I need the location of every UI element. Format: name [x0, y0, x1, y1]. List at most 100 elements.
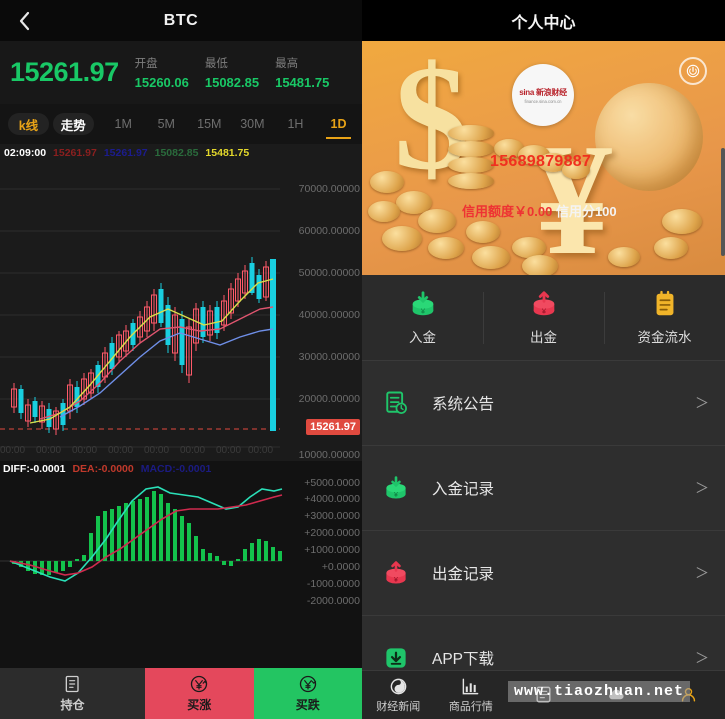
menu-item-app-download-label: APP下载: [432, 651, 495, 668]
profile-panel: 个人中心 $ ¥ sina 新浪财经 finance.sina.com.cn 1…: [362, 0, 725, 719]
stat-open-label: 开盘: [134, 58, 158, 70]
deposit-icon: ¥: [412, 291, 433, 315]
quote-bar: 15261.97 开盘 15260.06 最低 15082.85 最高 1548…: [0, 41, 362, 104]
macd-chart[interactable]: DIFF:-0.0001 DEA:-0.0000 MACD:-0.0001 +5…: [0, 461, 362, 668]
x-label-6: 00:00: [216, 445, 242, 456]
current-price-tag: 15261.97: [306, 419, 360, 435]
chevron-right-icon: ＞: [695, 650, 709, 666]
market-chart-icon: [463, 678, 479, 694]
macd-dea-label: DEA:-0.0000: [72, 463, 134, 475]
candlestick-chart[interactable]: 70000.00000 60000.00000 50000.00000 4000…: [0, 161, 362, 461]
app-root: BTC 15261.97 开盘 15260.06 最低 15082.85 最高 …: [0, 0, 725, 719]
tab-period-30m[interactable]: 30M: [233, 104, 272, 144]
action-fund-flow-label: 资金流水: [637, 330, 692, 345]
credit-limit: 信用额度￥0.00: [462, 204, 553, 219]
tab-period-1h[interactable]: 1H: [276, 104, 315, 144]
app-download-icon: [382, 644, 422, 670]
chevron-right-icon: ＞: [695, 395, 709, 411]
x-label-4: 00:00: [144, 445, 170, 456]
macd-legend: DIFF:-0.0001 DEA:-0.0000 MACD:-0.0001: [3, 463, 211, 475]
stat-high-label: 最高: [275, 58, 299, 70]
macd-svg: [0, 486, 283, 582]
site-watermark: www.tiaozhuan.net: [508, 681, 691, 702]
x-label-1: 00:00: [36, 445, 62, 456]
buy-down-label: 买跌: [295, 698, 320, 712]
x-label-7: 00:00: [248, 445, 274, 456]
candlestick-svg: [0, 188, 280, 448]
action-deposit-label: 入金: [409, 330, 436, 345]
sina-logo-sub: finance.sina.com.cn: [524, 98, 562, 104]
chart-header: BTC: [0, 0, 362, 41]
position-document-icon: [65, 675, 79, 693]
x-label-5: 00:00: [180, 445, 206, 456]
buy-down-button[interactable]: 买跌: [253, 668, 362, 719]
menu-item-withdraw-record[interactable]: ¥ 出金记录 ＞: [362, 531, 725, 616]
info-low: 15082.85: [154, 146, 199, 159]
withdraw-record-icon: ¥: [382, 559, 422, 587]
tab-period-1m[interactable]: 1M: [104, 104, 143, 144]
nav-item-market-label: 商品行情: [448, 700, 493, 713]
page-title: BTC: [163, 11, 199, 29]
stat-open: 开盘 15260.06: [135, 55, 189, 90]
profile-bottom-nav: 财经新闻 商品行情 www.tiaozhuan.net: [362, 670, 725, 719]
menu-item-announcement[interactable]: 系统公告 ＞: [362, 361, 725, 446]
last-price: 15261.97: [10, 57, 119, 87]
tab-period-15m[interactable]: 15M: [190, 104, 229, 144]
quick-actions: ¥ 入金 ¥ 出金 资金流水: [362, 275, 725, 361]
account-phone: 15689879887: [490, 153, 592, 170]
action-deposit[interactable]: ¥ 入金: [362, 288, 483, 348]
positions-label: 持仓: [60, 698, 85, 712]
info-time: 02:09:00: [4, 146, 47, 159]
stat-high: 最高 15481.75: [275, 55, 329, 90]
profile-banner: $ ¥ sina 新浪财经 finance.sina.com.cn 156898…: [362, 41, 725, 275]
back-button[interactable]: [8, 0, 40, 41]
credit-info: 信用额度￥0.00 信用分100: [462, 201, 617, 220]
nav-item-market[interactable]: 商品行情: [435, 677, 508, 714]
profile-header: 个人中心: [362, 0, 725, 41]
buy-up-button[interactable]: 买涨: [145, 668, 254, 719]
info-open: 15261.97: [53, 146, 97, 159]
page-scrollbar[interactable]: [721, 148, 725, 256]
positions-button[interactable]: 持仓: [0, 668, 145, 719]
ohlc-info-line: 02:09:00 15261.97 15261.97 15082.85 1548…: [0, 144, 362, 161]
nav-item-news-label: 财经新闻: [376, 700, 421, 713]
chevron-right-icon: ＞: [695, 565, 709, 581]
tab-kline[interactable]: k线: [8, 113, 49, 135]
menu-item-deposit-record-label: 入金记录: [432, 481, 495, 498]
profile-title: 个人中心: [511, 14, 576, 32]
chevron-left-icon: [19, 11, 29, 30]
credit-score: 信用分100: [555, 204, 617, 219]
deposit-record-icon: ¥: [382, 474, 422, 502]
trade-bottom-bar: 持仓 买涨 买跌: [0, 668, 362, 719]
menu-item-announcement-label: 系统公告: [432, 396, 495, 413]
yen-up-icon: [191, 675, 208, 693]
action-fund-flow[interactable]: 资金流水: [604, 288, 725, 348]
macd-diff-label: DIFF:-0.0001: [3, 463, 66, 475]
stat-low-label: 最低: [204, 58, 228, 70]
tab-period-5m[interactable]: 5M: [147, 104, 186, 144]
logout-button[interactable]: [679, 57, 707, 85]
x-label-2: 00:00: [72, 445, 98, 456]
nav-item-news[interactable]: 财经新闻: [362, 677, 435, 714]
menu-item-app-download[interactable]: APP下载 ＞: [362, 616, 725, 670]
stat-open-value: 15260.06: [134, 75, 189, 90]
announcement-icon: [382, 389, 422, 417]
menu-item-withdraw-record-label: 出金记录: [432, 566, 495, 583]
fund-flow-icon: [656, 290, 673, 316]
action-withdraw[interactable]: ¥ 出金: [483, 288, 604, 348]
svg-text:¥: ¥: [394, 492, 398, 499]
x-label-0: 00:00: [0, 445, 26, 456]
tab-trend[interactable]: 走势: [52, 113, 94, 135]
time-axis-labels: 00:00 00:00 00:00 00:00 00:00 00:00 00:0…: [0, 445, 290, 461]
power-icon: [686, 64, 700, 78]
sina-logo-main: sina 新浪财经: [519, 87, 567, 97]
chevron-right-icon: ＞: [695, 480, 709, 496]
svg-text:¥: ¥: [394, 577, 398, 584]
info-high: 15481.75: [205, 146, 250, 159]
yen-down-icon: [299, 675, 316, 693]
menu-item-deposit-record[interactable]: ¥ 入金记录 ＞: [362, 446, 725, 531]
x-label-3: 00:00: [108, 445, 134, 456]
chart-tabs: k线 走势 1M 5M 15M 30M 1H 1D: [0, 104, 362, 144]
tab-period-1d[interactable]: 1D: [319, 104, 358, 144]
macd-macd-label: MACD:-0.0001: [140, 463, 212, 475]
